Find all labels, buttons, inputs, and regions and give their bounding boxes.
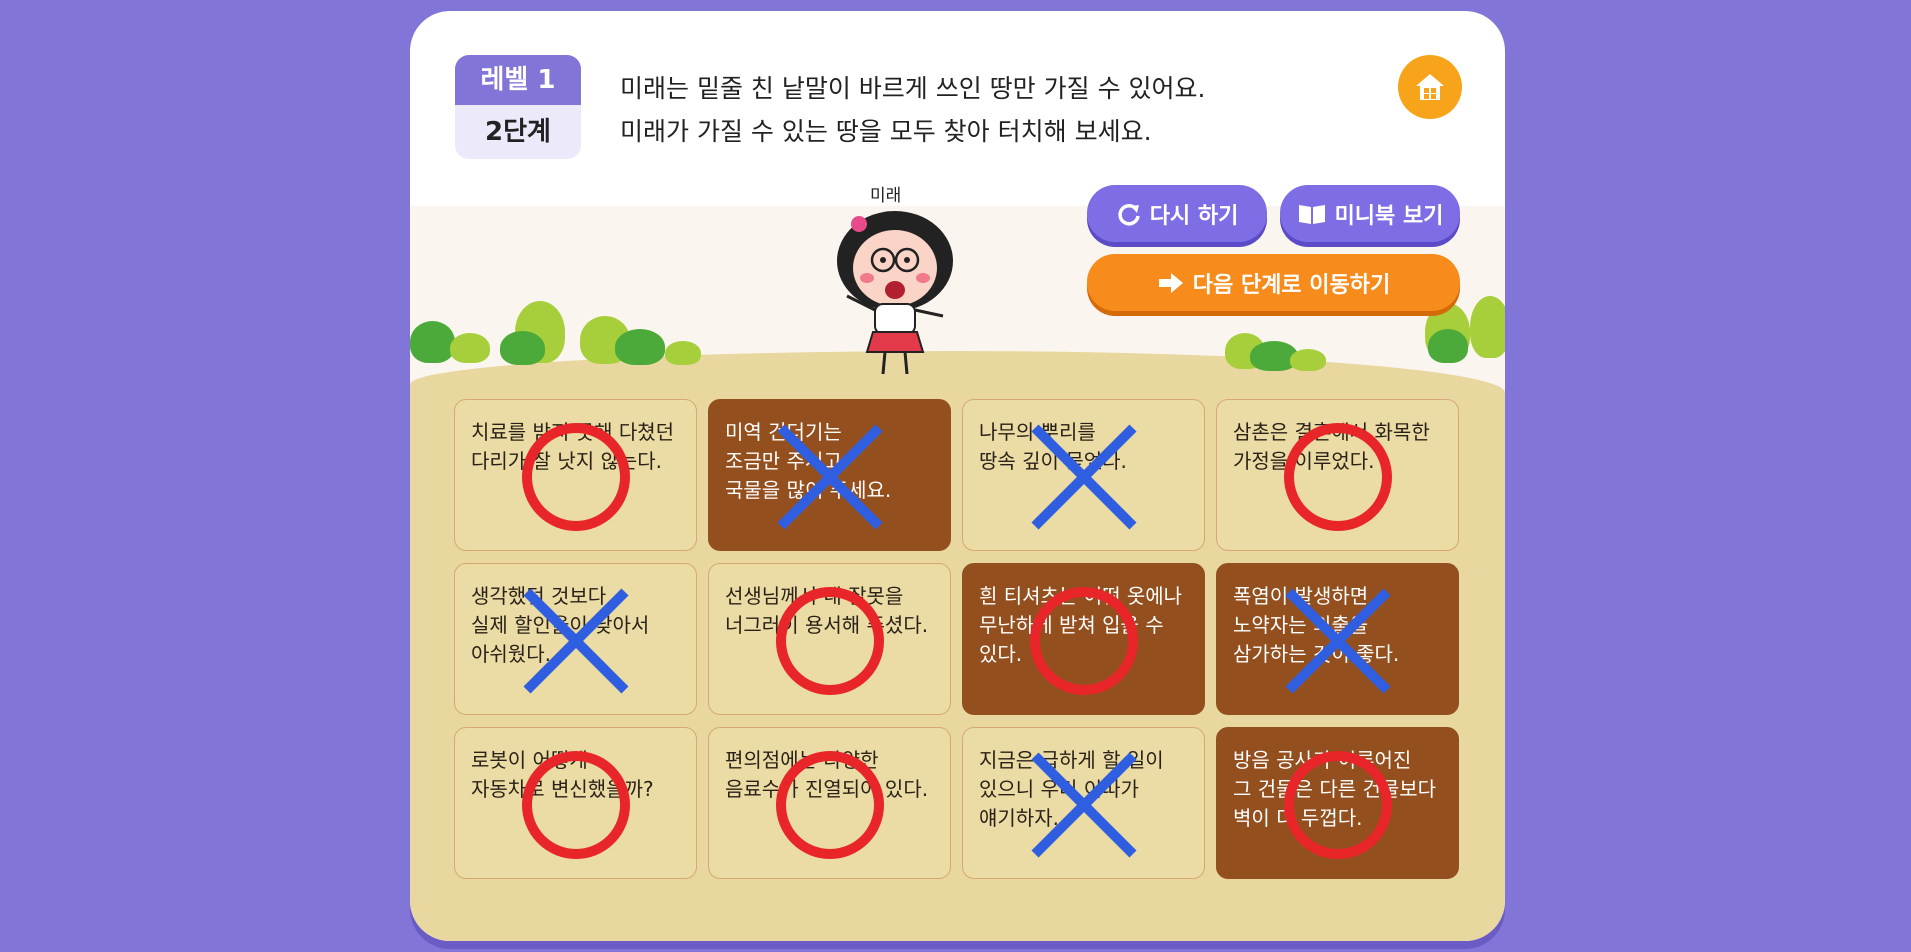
game-frame: 레벨 1 2단계 미래는 밑줄 친 낱말이 바르게 쓰인 땅만 가질 수 있어요…: [410, 11, 1505, 941]
land-card[interactable]: 방음 공사가 이루어진그 건물은 다른 건물보다벽이 더 두껍다.: [1216, 727, 1459, 879]
bush-decoration: [1470, 296, 1505, 358]
land-card[interactable]: 미역 건더기는조금만 주시고국물을 많이 주세요.: [708, 399, 951, 551]
land-card[interactable]: 편의점에는 다양한음료수가 진열되어 있다.: [708, 727, 951, 879]
arrow-right-icon: [1158, 272, 1183, 293]
card-text-line: 삼가하는 것이 좋다.: [1233, 642, 1400, 666]
card-text-line: 선생님께서 내 잘못을: [725, 584, 904, 608]
level-badge: 레벨 1 2단계: [455, 55, 581, 159]
land-card[interactable]: 삼촌은 결혼해서 화목한가정을 이루었다.: [1216, 399, 1459, 551]
home-button[interactable]: [1398, 55, 1462, 119]
card-text-line: 가정을 이루었다.: [1233, 449, 1375, 473]
card-text-line: 너그러이 용서해 주셨다.: [725, 613, 929, 637]
card-text-line: 흰 티셔츠는 어떤 옷에나: [979, 584, 1183, 608]
card-text-line: 방음 공사가 이루어진: [1233, 748, 1412, 772]
card-text-line: 음료수가 진열되어 있다.: [725, 777, 929, 801]
card-text-line: 다리가 잘 낫지 않는다.: [471, 449, 663, 473]
bush-decoration: [1290, 349, 1326, 371]
card-text-line: 치료를 받지 못해 다쳤던: [471, 420, 675, 444]
land-card[interactable]: 나무의 뿌리를땅속 깊이 묻었다.: [962, 399, 1205, 551]
next-stage-button[interactable]: 다음 단계로 이동하기: [1087, 254, 1460, 311]
card-text-line: 편의점에는 다양한: [725, 748, 879, 772]
stage-label: 2단계: [485, 117, 551, 147]
card-text-line: 있으니 우리 이따가: [979, 777, 1139, 801]
card-text-line: 얘기하자.: [979, 806, 1059, 830]
land-card[interactable]: 생각했던 것보다실제 할인율이 낮아서아쉬웠다.: [454, 563, 697, 715]
instruction-line: 미래가 가질 수 있는 땅을 모두 찾아 터치해 보세요.: [620, 117, 1152, 146]
bush-decoration: [410, 321, 455, 363]
minibook-button-label: 미니북 보기: [1334, 203, 1444, 229]
card-text-line: 땅속 깊이 묻었다.: [979, 449, 1127, 473]
card-text-line: 조금만 주시고: [725, 449, 842, 473]
minibook-button[interactable]: 미니북 보기: [1280, 185, 1460, 242]
card-text-line: 그 건물은 다른 건물보다: [1233, 777, 1437, 801]
card-text-line: 벽이 더 두껍다.: [1233, 806, 1363, 830]
retry-button-label: 다시 하기: [1149, 203, 1239, 229]
card-text-line: 국물을 많이 주세요.: [725, 478, 892, 502]
card-text-line: 아쉬웠다.: [471, 642, 551, 666]
land-card[interactable]: 선생님께서 내 잘못을너그러이 용서해 주셨다.: [708, 563, 951, 715]
bush-decoration: [500, 331, 545, 365]
card-text-line: 지금은 급하게 할 일이: [979, 748, 1164, 772]
home-icon: [1416, 74, 1444, 100]
instruction-line: 미래는 밑줄 친 낱말이 바르게 쓰인 땅만 가질 수 있어요.: [620, 74, 1206, 103]
character-mirae: [837, 211, 953, 375]
card-text-line: 무난하게 받쳐 입을 수: [979, 613, 1164, 637]
retry-button[interactable]: 다시 하기: [1087, 185, 1267, 242]
card-text-line: 실제 할인율이 낮아서: [471, 613, 650, 637]
land-card[interactable]: 흰 티셔츠는 어떤 옷에나무난하게 받쳐 입을 수있다.: [962, 563, 1205, 715]
refresh-icon: [1118, 203, 1140, 225]
card-text-line: 있다.: [979, 642, 1023, 666]
land-card[interactable]: 지금은 급하게 할 일이있으니 우리 이따가얘기하자.: [962, 727, 1205, 879]
card-text-line: 삼촌은 결혼해서 화목한: [1233, 420, 1430, 444]
bush-decoration: [450, 333, 490, 363]
land-card[interactable]: 폭염이 발생하면노약자는 외출을삼가하는 것이 좋다.: [1216, 563, 1459, 715]
card-text-line: 미역 건더기는: [725, 420, 842, 444]
land-card[interactable]: 치료를 받지 못해 다쳤던다리가 잘 낫지 않는다.: [454, 399, 697, 551]
level-label: 레벨 1: [455, 55, 581, 105]
card-text-line: 나무의 뿌리를: [979, 420, 1096, 444]
card-text-line: 생각했던 것보다: [471, 584, 607, 608]
book-icon: [1298, 204, 1325, 224]
bush-decoration: [1428, 329, 1468, 363]
bush-decoration: [615, 329, 665, 365]
next-stage-button-label: 다음 단계로 이동하기: [1192, 272, 1391, 298]
land-card[interactable]: 로봇이 어떻게자동차로 변신했을까?: [454, 727, 697, 879]
card-text-line: 자동차로 변신했을까?: [471, 777, 654, 801]
instructions: 미래는 밑줄 친 낱말이 바르게 쓰인 땅만 가질 수 있어요. 미래가 가질 …: [620, 67, 1205, 153]
card-text-line: 로봇이 어떻게: [471, 748, 588, 772]
card-text-line: 폭염이 발생하면: [1233, 584, 1369, 608]
bush-decoration: [665, 341, 701, 365]
card-text-line: 노약자는 외출을: [1233, 613, 1369, 637]
character-name: 미래: [870, 186, 902, 206]
